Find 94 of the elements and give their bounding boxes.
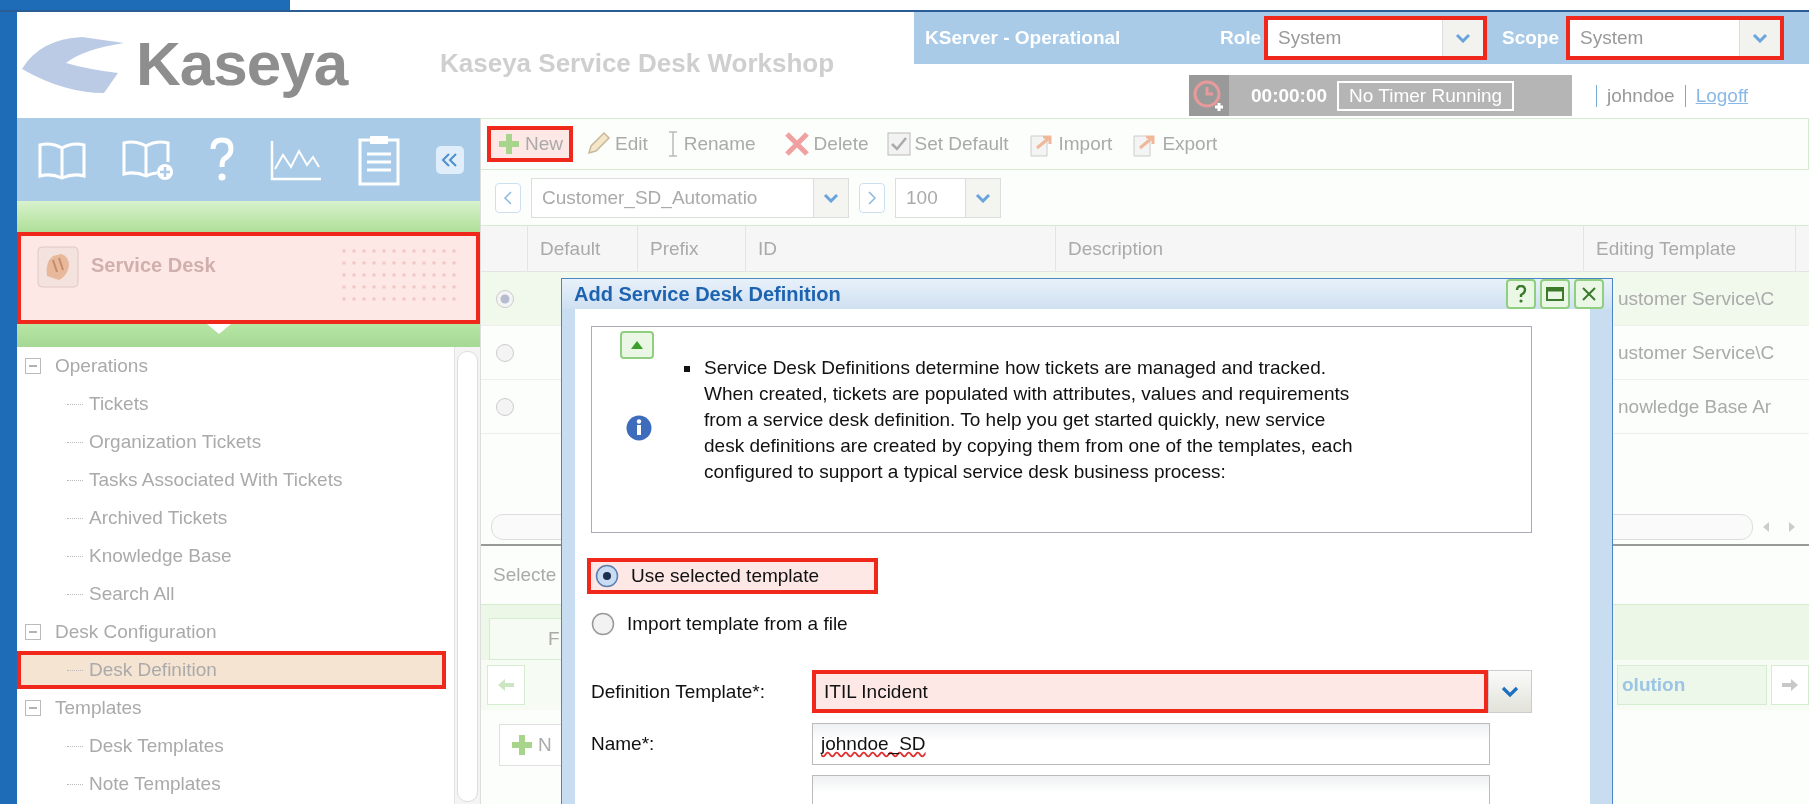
close-button[interactable] [1574, 279, 1604, 309]
dialog-title: Add Service Desk Definition [574, 282, 841, 306]
edit-button[interactable]: Edit [579, 126, 654, 162]
help-icon[interactable] [209, 136, 235, 183]
scroll-right-button[interactable] [1771, 665, 1809, 705]
chevron-icon [1501, 685, 1520, 698]
timer-time: 00:00:00 [1251, 84, 1328, 107]
logo-text: Kaseya [136, 28, 348, 99]
pencil-icon [585, 131, 611, 157]
role-label: Role [1220, 27, 1263, 49]
pointer-notch [207, 324, 231, 334]
collapse-icon[interactable] [435, 144, 465, 175]
logoff-link[interactable]: Logoff [1695, 84, 1749, 107]
tree-item[interactable]: Desk Templates [17, 727, 454, 765]
page-size-dropdown[interactable]: 100 [895, 177, 1001, 218]
server-status: KServer - Operational [925, 27, 1122, 49]
selection-caption: Selecte [493, 564, 557, 586]
delete-icon [783, 131, 810, 157]
import-button[interactable]: Import [1020, 126, 1119, 162]
tree-group[interactable]: Desk Configuration [17, 613, 454, 651]
clipboard-icon[interactable] [357, 133, 401, 186]
close-icon [1581, 286, 1597, 302]
tree-group[interactable]: Templates [17, 689, 454, 727]
radio-button[interactable] [591, 612, 615, 636]
new-button[interactable]: New [487, 126, 573, 162]
chevron-icon [823, 192, 839, 203]
column-header[interactable]: Description [1056, 226, 1584, 271]
book-icon[interactable] [37, 139, 87, 180]
tree-item[interactable]: Search All [17, 575, 454, 613]
hands-icon [37, 246, 79, 288]
plus-icon [510, 733, 534, 757]
tree-item[interactable]: Archived Tickets [17, 499, 454, 537]
name-field[interactable]: johndoe_SD [812, 723, 1490, 765]
chevron-icon [1752, 33, 1768, 43]
tree-item[interactable]: Tasks Associated With Tickets [17, 461, 454, 499]
column-header[interactable]: Editing Template [1584, 226, 1796, 271]
table-cell-text: ustomer Service\C [1617, 286, 1776, 311]
tree-item[interactable]: Organization Tickets [17, 423, 454, 461]
column-header[interactable]: ID [746, 226, 1056, 271]
module-header[interactable]: Service Desk [17, 232, 480, 324]
scope-label: Scope [1502, 27, 1561, 49]
radio-button[interactable] [494, 396, 515, 417]
user-name: johndoe [1596, 84, 1686, 107]
table-cell-text: nowledge Base Ar [1617, 394, 1773, 419]
radio-button[interactable] [595, 564, 619, 588]
filter-dropdown[interactable]: Customer_SD_Automatio [531, 177, 849, 218]
up-triangle-icon [630, 340, 644, 350]
tree-item[interactable]: Knowledge Base [17, 537, 454, 575]
help-button[interactable] [1506, 279, 1536, 309]
table-cell-text: ustomer Service\C [1617, 340, 1776, 365]
chart-icon[interactable] [269, 138, 323, 181]
help-icon [1515, 285, 1527, 303]
previous-button[interactable] [495, 182, 521, 213]
maximize-button[interactable] [1540, 279, 1570, 309]
field-label: Definition Template*: [591, 680, 766, 703]
radio-option[interactable]: Use selected template [587, 558, 878, 594]
left-arrow-icon [497, 678, 515, 692]
radio-button[interactable] [494, 288, 515, 309]
checkbox-icon [886, 132, 911, 156]
right-arrow-icon [1781, 678, 1799, 692]
collapse-box-icon[interactable] [25, 358, 41, 374]
tree-item[interactable]: Desk Definition [17, 651, 446, 689]
add-book-icon[interactable] [121, 137, 175, 182]
timer-status: No Timer Running [1337, 80, 1515, 111]
clock-icon[interactable] [1192, 78, 1226, 113]
collapse-box-icon[interactable] [25, 700, 41, 716]
collapse-button[interactable] [620, 331, 654, 359]
scrollbar[interactable] [454, 347, 480, 804]
radio-button[interactable] [494, 342, 515, 363]
export-button[interactable]: Export [1124, 126, 1224, 162]
column-header[interactable]: Default [528, 226, 638, 271]
tree-item[interactable]: Note Templates [17, 765, 454, 803]
rename-button[interactable]: Rename [659, 126, 762, 162]
scope-dropdown[interactable]: System [1566, 16, 1784, 60]
bullet-icon [684, 366, 690, 372]
delete-button[interactable]: Delete [777, 126, 875, 162]
plus-icon [497, 132, 521, 156]
info-icon [626, 415, 652, 441]
next-button[interactable] [859, 182, 885, 213]
role-dropdown[interactable]: System [1264, 16, 1487, 60]
set-default-button[interactable]: Set Default [880, 126, 1015, 162]
tree-group[interactable]: Operations [17, 347, 454, 385]
tree-item[interactable]: Tickets [17, 385, 454, 423]
info-text: Service Desk Definitions determine how tickets are managed and tracked. When created, tickets are populated with attributes, values and requirements from a service desk definition. To help you get started quickly, new service desk definitions are created by copying them from one of the templates, each configured to support a typical service desk business process: [704, 356, 1354, 484]
scroll-left-button[interactable] [487, 665, 525, 705]
chevron-icon [1455, 33, 1471, 43]
maximize-icon [1546, 287, 1564, 301]
add-button[interactable]: N [499, 724, 563, 766]
collapse-box-icon[interactable] [25, 624, 41, 640]
radio-option[interactable]: Import template from a file [587, 606, 878, 642]
field-label: Name*: [591, 733, 656, 755]
tab[interactable]: olution [1617, 665, 1767, 705]
column-header[interactable]: Prefix [638, 226, 746, 271]
chevron-icon [975, 192, 991, 203]
